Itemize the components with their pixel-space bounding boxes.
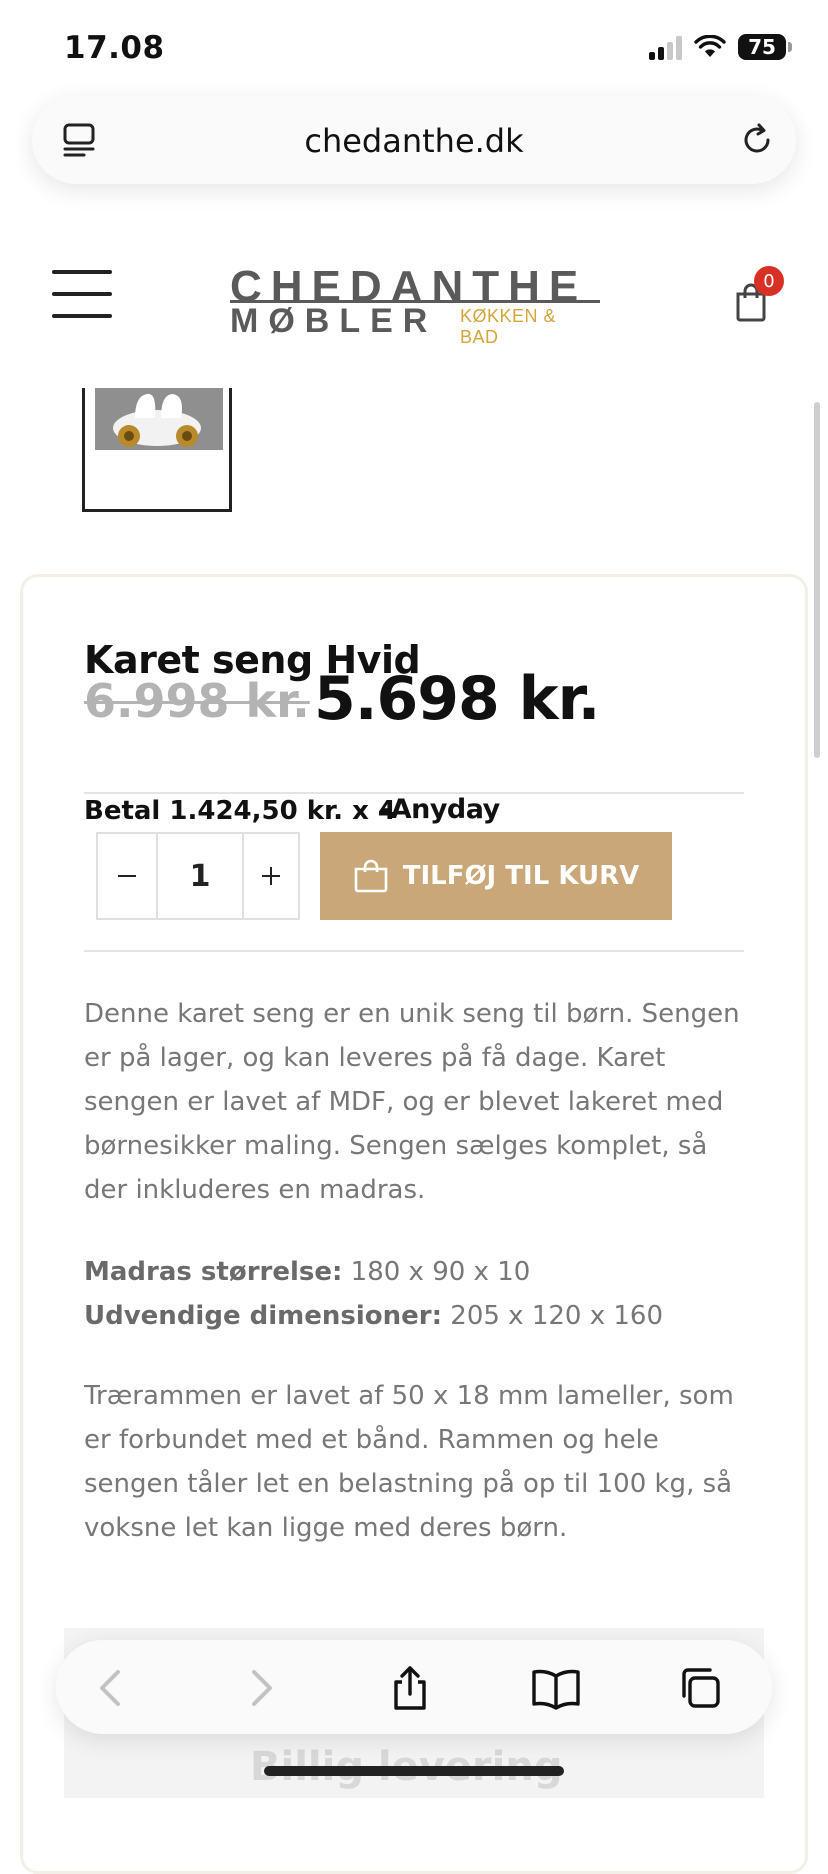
divider (84, 950, 744, 952)
status-indicators: 75 (649, 34, 792, 60)
quantity-stepper[interactable]: 1 (96, 832, 300, 920)
spec-row: Udvendige dimensioner: 205 x 120 x 160 (84, 1294, 744, 1338)
back-icon[interactable] (88, 1664, 136, 1712)
logo-line2: MØBLER (230, 302, 438, 340)
product-thumbnail-image (95, 388, 223, 450)
spec-row: Madras størrelse: 180 x 90 x 10 (84, 1250, 744, 1294)
quantity-increase-button[interactable] (244, 834, 298, 918)
product-thumbnail[interactable] (82, 388, 232, 512)
plus-icon (262, 867, 280, 885)
site-logo[interactable]: CHEDANTHE MØBLER KØKKEN & BAD (230, 262, 600, 347)
sale-price: 5.698 kr. (314, 664, 600, 734)
cellular-signal-icon (649, 34, 682, 60)
spec-label: Madras størrelse: (84, 1257, 343, 1287)
spec-value: 205 x 120 x 160 (442, 1301, 663, 1331)
tabs-icon[interactable] (676, 1664, 724, 1712)
spec-label: Udvendige dimensioner: (84, 1301, 443, 1331)
bookmarks-icon[interactable] (530, 1664, 582, 1712)
cart-count-badge: 0 (754, 266, 784, 296)
quantity-input[interactable]: 1 (158, 834, 244, 918)
share-icon[interactable] (386, 1664, 434, 1712)
forward-icon[interactable] (236, 1664, 284, 1712)
logo-tagline: KØKKEN & BAD (460, 306, 557, 347)
page-scrollbar[interactable] (814, 402, 820, 758)
product-description: Denne karet seng er en unik seng til bør… (84, 999, 740, 1205)
add-to-cart-button[interactable]: TILFØJ TIL KURV (320, 832, 672, 920)
battery-icon: 75 (738, 34, 786, 60)
wifi-icon (694, 35, 726, 57)
hamburger-icon[interactable] (52, 270, 112, 318)
browser-toolbar (56, 1640, 772, 1734)
home-indicator[interactable] (264, 1766, 564, 1776)
reload-icon[interactable] (740, 122, 776, 158)
minus-icon (118, 875, 136, 877)
add-to-cart-label: TILFØJ TIL KURV (402, 861, 640, 891)
status-time: 17.08 (64, 30, 165, 66)
old-price: 6.998 kr. (84, 674, 310, 728)
spec-value: 180 x 90 x 10 (342, 1257, 531, 1287)
quantity-decrease-button[interactable] (98, 834, 158, 918)
anyday-label[interactable]: -Anyday (380, 794, 500, 825)
frame-description: Trærammen er lavet af 50 x 18 mm lamelle… (84, 1381, 734, 1543)
url-text[interactable]: chedanthe.dk (32, 122, 796, 160)
installment-text: Betal 1.424,50 kr. x 4 (84, 796, 396, 826)
address-bar[interactable]: chedanthe.dk (32, 96, 796, 184)
shopping-bag-icon (354, 859, 388, 893)
